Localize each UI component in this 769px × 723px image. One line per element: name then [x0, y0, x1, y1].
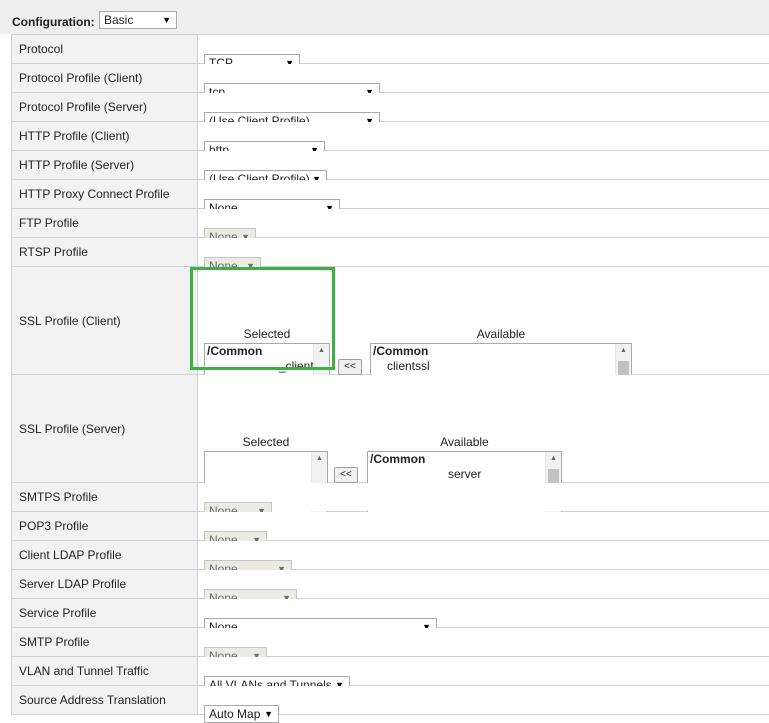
select-value: Auto Map — [209, 707, 260, 721]
row-label: Server LDAP Profile — [12, 570, 198, 599]
http-proxy-connect-row: HTTP Proxy Connect Profile None▼ — [12, 180, 769, 209]
row-label: SSL Profile (Server) — [12, 375, 198, 483]
chevron-down-icon: ▼ — [162, 12, 171, 28]
list-item[interactable]: /Common — [368, 452, 561, 467]
pop3-profile-row: POP3 Profile None▼ — [12, 512, 769, 541]
server-ldap-profile-row: Server LDAP Profile None▼ — [12, 570, 769, 599]
vlan-tunnel-traffic-row: VLAN and Tunnel Traffic All VLANs and Tu… — [12, 657, 769, 686]
ftp-profile-row: FTP Profile None▼ — [12, 209, 769, 238]
scroll-up-icon[interactable]: ▲ — [546, 453, 561, 465]
list-item[interactable]: clientssl — [371, 359, 631, 374]
scroll-up-icon[interactable]: ▲ — [616, 345, 631, 357]
source-address-translation-select[interactable]: Auto Map▼ — [204, 705, 279, 723]
row-label: POP3 Profile — [12, 512, 198, 541]
ssl-server-remove-button[interactable]: << — [334, 467, 358, 483]
row-label: HTTP Profile (Server) — [12, 151, 198, 180]
smtps-profile-row: SMTPS Profile None▼ — [12, 483, 769, 512]
row-label: Service Profile — [12, 599, 198, 628]
configuration-value: Basic — [104, 13, 133, 27]
row-label: Protocol — [12, 35, 198, 64]
list-item[interactable]: /Common — [371, 344, 631, 359]
available-header: Available — [370, 327, 632, 341]
list-item[interactable]: /Common — [205, 344, 329, 359]
smtp-profile-row: SMTP Profile None▼ — [12, 628, 769, 657]
list-item[interactable]: server — [368, 467, 561, 482]
row-label: VLAN and Tunnel Traffic — [12, 657, 198, 686]
http-profile-client-row: HTTP Profile (Client) http▼ — [12, 122, 769, 151]
row-label: RTSP Profile — [12, 238, 198, 267]
row-label: SSL Profile (Client) — [12, 267, 198, 375]
scroll-up-icon[interactable]: ▲ — [312, 453, 327, 465]
scroll-up-icon[interactable]: ▲ — [314, 345, 329, 357]
rtsp-profile-row: RTSP Profile None▼ — [12, 238, 769, 267]
list-item[interactable]: _client — [205, 359, 329, 374]
protocol-profile-server-row: Protocol Profile (Server) (Use Client Pr… — [12, 93, 769, 122]
row-label: Client LDAP Profile — [12, 541, 198, 570]
service-profile-row: Service Profile None▼ — [12, 599, 769, 628]
profile-settings-table: Protocol TCP▼ Protocol Profile (Client) … — [11, 34, 769, 715]
configuration-label: Configuration: — [12, 15, 95, 29]
client-ldap-profile-row: Client LDAP Profile None▼ — [12, 541, 769, 570]
available-header: Available — [367, 435, 562, 449]
row-label: HTTP Profile (Client) — [12, 122, 198, 151]
source-address-translation-row: Source Address Translation Auto Map▼ — [12, 686, 769, 715]
configuration-select[interactable]: Basic ▼ — [99, 11, 177, 29]
ssl-profile-client-row: SSL Profile (Client) Selected /Common _c… — [12, 267, 769, 375]
row-label: SMTP Profile — [12, 628, 198, 657]
selected-header: Selected — [204, 327, 330, 341]
row-label: SMTPS Profile — [12, 483, 198, 512]
protocol-row: Protocol TCP▼ — [12, 35, 769, 64]
configuration-bar: Configuration: Basic ▼ — [0, 0, 769, 34]
ssl-client-remove-button[interactable]: << — [338, 359, 362, 375]
http-profile-server-row: HTTP Profile (Server) (Use Client Profil… — [12, 151, 769, 180]
row-label: HTTP Proxy Connect Profile — [12, 180, 198, 209]
selected-header: Selected — [204, 435, 328, 449]
row-label: Source Address Translation — [12, 686, 198, 715]
row-label: Protocol Profile (Client) — [12, 64, 198, 93]
row-label: FTP Profile — [12, 209, 198, 238]
protocol-profile-client-row: Protocol Profile (Client) tcp▼ — [12, 64, 769, 93]
row-label: Protocol Profile (Server) — [12, 93, 198, 122]
ssl-profile-server-row: SSL Profile (Server) Selected ▲ ▼ << >> … — [12, 375, 769, 483]
